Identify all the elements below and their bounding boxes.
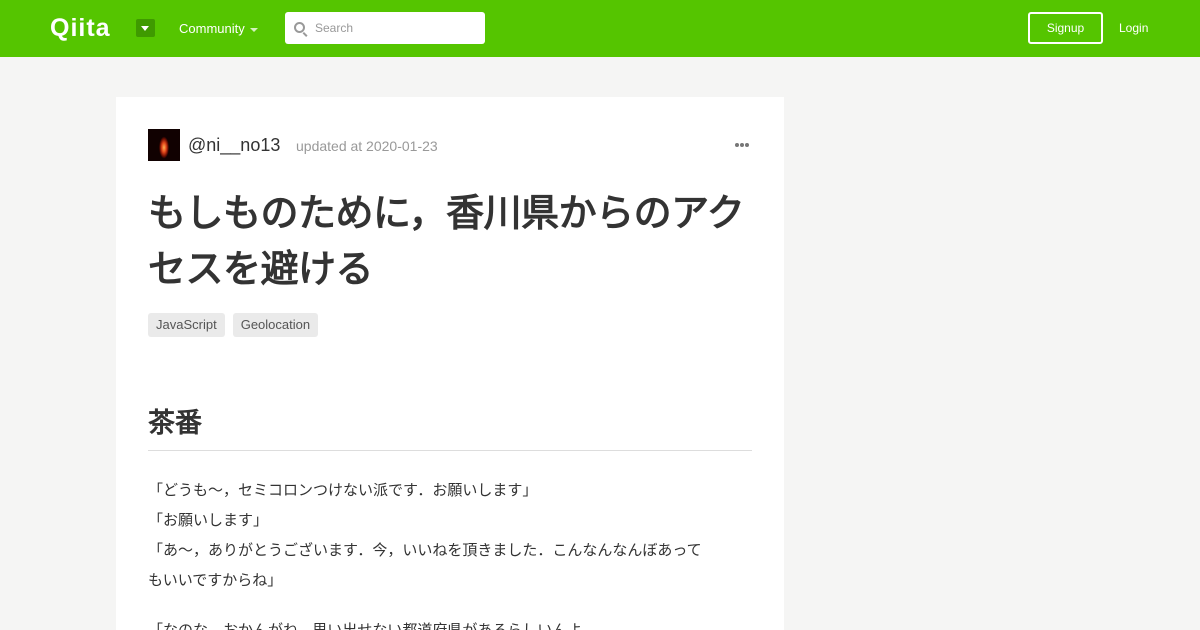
paragraph-line: 「お願いします」 [148,511,269,529]
qiita-logo[interactable]: Qiita [50,14,111,42]
chevron-down-icon [250,28,258,32]
heading-divider [148,450,752,451]
article-paragraph-partial: 「なのな，おかんがね，思い出せない都道府県があるらしいんよ [148,615,752,630]
author-username[interactable]: @ni__no13 [188,135,280,155]
paragraph-line: 「どうも〜，セミコロンつけない派です．お願いします」 [148,481,538,499]
community-menu[interactable]: Community [179,21,245,37]
top-nav-bar: Qiita Community Signup Login [0,0,1200,57]
article-paragraph: 「どうも〜，セミコロンつけない派です．お願いします」 「お願いします」 「あ〜，… [148,475,752,595]
signup-button[interactable]: Signup [1028,12,1103,44]
service-menu-dropdown-icon[interactable] [136,19,155,37]
tag-javascript[interactable]: JavaScript [148,313,225,337]
article-card: @ni__no13 updated at 2020-01-23 もしものために，… [116,97,784,630]
paragraph-line: もいいですからね」 [148,571,283,589]
more-options-icon[interactable] [734,133,756,155]
tag-list: JavaScript Geolocation [148,313,319,337]
article-title: もしものために，香川県からのアクセスを避ける [148,191,745,291]
tag-geolocation[interactable]: Geolocation [232,313,319,337]
search-icon [294,22,305,33]
avatar[interactable] [148,129,180,161]
search-box [285,12,485,44]
search-input[interactable] [315,12,481,44]
paragraph-line: 「あ〜，ありがとうございます．今，いいねを頂きました．こんなんなんぼあって [148,541,702,559]
login-link[interactable]: Login [1119,20,1148,36]
paragraph-line: 「なのな，おかんがね，思い出せない都道府県があるらしいんよ [148,621,583,630]
updated-date: updated at 2020-01-23 [296,138,438,154]
section-heading: 茶番 [148,408,202,439]
